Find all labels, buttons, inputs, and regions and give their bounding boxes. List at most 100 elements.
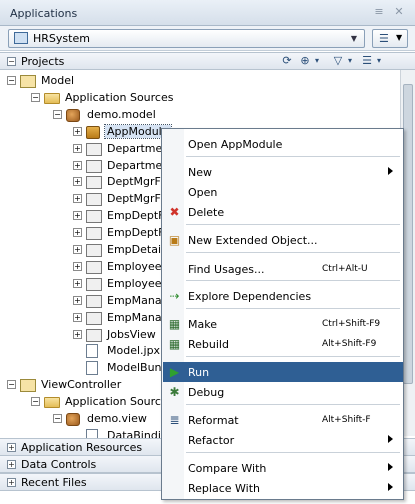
menu-item-explore-dependencies[interactable]: ⇢ Explore Dependencies (163, 286, 403, 306)
debug-icon: ✱ (169, 385, 180, 399)
menu-item-label: New (188, 166, 212, 179)
expand-icon[interactable]: + (73, 143, 82, 153)
entity-icon (86, 159, 102, 173)
application-resources-label: Application Resources (21, 441, 143, 454)
entity-icon (86, 277, 102, 291)
submenu-arrow-icon (388, 483, 393, 491)
menu-item-label: Find Usages... (188, 263, 265, 276)
tree-node-label: DeptMgrFk (107, 192, 168, 206)
menu-item-compare-with[interactable]: Compare With (163, 458, 403, 478)
menu-icon: ☰ (379, 32, 389, 45)
menu-item-rebuild[interactable]: ▦ Rebuild Alt+Shift-F9 (163, 334, 403, 354)
application-menu-button[interactable]: ☰ ▼ (372, 29, 408, 48)
scrollbar-thumb[interactable] (403, 84, 413, 384)
app-module-icon (86, 125, 100, 139)
menu-item-reformat[interactable]: ≣ Reformat Alt+Shift-F (163, 410, 403, 430)
menu-item-delete[interactable]: ✖ Delete (163, 202, 403, 222)
submenu-arrow-icon (388, 167, 393, 175)
tree-node-label: demo.view (87, 412, 147, 425)
chevron-down-icon: ▼ (350, 34, 358, 43)
expand-icon[interactable]: + (73, 329, 82, 339)
extended-object-icon: ▣ (168, 233, 181, 247)
menu-item-label: Debug (188, 386, 225, 399)
collapse-icon[interactable]: − (7, 76, 16, 85)
expand-icon[interactable]: + (73, 177, 82, 187)
collapse-icon[interactable]: − (31, 397, 40, 407)
menu-item-label: Make (188, 318, 217, 331)
collapse-icon[interactable]: − (53, 414, 62, 423)
menu-item-replace-with[interactable]: Replace With (163, 478, 403, 498)
expand-icon[interactable]: + (73, 194, 82, 204)
menu-separator (186, 356, 400, 357)
minimize-icon[interactable]: ≡ (372, 5, 386, 19)
tree-node-label: ModelBund (107, 361, 169, 375)
expand-icon[interactable]: + (73, 312, 82, 322)
tree-node-label: Employees (107, 276, 168, 290)
expand-icon[interactable]: + (73, 295, 82, 305)
menu-item-label: Run (188, 366, 210, 379)
menu-item-open-appmodule[interactable]: Open AppModule (163, 134, 403, 154)
chevron-down-icon: ▼ (396, 33, 403, 42)
expand-icon[interactable]: + (7, 478, 16, 487)
reformat-icon: ≣ (169, 413, 180, 427)
menu-item-shortcut: Alt+Shift-F9 (322, 339, 377, 349)
menu-item-open[interactable]: Open (163, 182, 403, 202)
chevron-down-icon[interactable]: ▾ (343, 54, 357, 68)
collapse-icon[interactable]: − (31, 92, 40, 102)
menu-item-new-extended-object[interactable]: ▣ New Extended Object... (163, 230, 403, 250)
expand-icon[interactable]: + (73, 261, 82, 271)
expand-icon[interactable]: + (73, 228, 82, 238)
application-selector[interactable]: HRSystem ▼ (8, 29, 365, 48)
association-icon (86, 193, 102, 207)
chevron-down-icon[interactable]: ▾ (372, 54, 386, 68)
rebuild-icon: ▦ (168, 337, 181, 351)
collapse-icon[interactable]: − (7, 57, 16, 66)
project-icon (20, 75, 36, 88)
expand-icon[interactable]: + (7, 460, 16, 469)
expand-icon[interactable]: + (73, 278, 82, 288)
menu-item-debug[interactable]: ✱ Debug (163, 382, 403, 402)
expand-icon[interactable]: + (7, 443, 16, 452)
projects-toolbar: ⟳ ⊕ ▾ ▽ ▾ ☰ ▾ (280, 54, 400, 68)
menu-separator (186, 308, 400, 309)
recent-files-label: Recent Files (21, 476, 87, 489)
collapse-icon[interactable]: − (7, 380, 16, 390)
expand-icon[interactable]: + (73, 160, 82, 170)
menu-item-run[interactable]: ▶ Run (163, 362, 403, 382)
application-selector-value: HRSystem (33, 32, 90, 45)
tree-node-label: demo.model (87, 107, 156, 121)
menu-separator (186, 224, 400, 225)
delete-x-icon: ✖ (169, 205, 180, 219)
association-icon (86, 294, 102, 308)
expand-icon[interactable]: + (73, 211, 82, 221)
tree-node-label: Application Sources (65, 90, 174, 104)
expand-icon[interactable]: + (73, 126, 82, 136)
menu-item-make[interactable]: ▦ Make Ctrl+Shift-F9 (163, 314, 403, 334)
folder-icon (44, 92, 60, 104)
view-object-icon (86, 142, 102, 156)
menu-item-find-usages[interactable]: Find Usages... Ctrl+Alt-U (163, 259, 403, 279)
panel-titlebar: Applications ≡ ✕ (0, 0, 415, 26)
association-icon (86, 227, 102, 241)
menu-item-shortcut: Ctrl+Shift-F9 (322, 319, 381, 329)
projects-section-header[interactable]: − Projects ⟳ ⊕ ▾ ▽ ▾ ☰ ▾ (0, 52, 415, 70)
expand-icon[interactable]: + (73, 245, 82, 254)
menu-item-label: Reformat (188, 414, 239, 427)
chevron-down-icon[interactable]: ▾ (310, 54, 324, 68)
association-icon (86, 176, 102, 190)
view-object-icon (86, 260, 102, 274)
refresh-icon[interactable]: ⟳ (280, 54, 294, 68)
close-icon[interactable]: ✕ (392, 5, 406, 19)
application-icon (14, 32, 28, 44)
jpx-file-icon (86, 344, 98, 359)
package-icon (66, 108, 80, 122)
menu-separator (186, 252, 400, 253)
menu-separator (186, 280, 400, 281)
panel-title: Applications (10, 7, 78, 20)
tree-node-label: EmpManag (107, 293, 169, 307)
menu-item-new[interactable]: New (163, 162, 403, 182)
menu-item-label: Open AppModule (188, 138, 283, 151)
collapse-icon[interactable]: − (53, 109, 62, 119)
association-icon (86, 311, 102, 325)
menu-item-refactor[interactable]: Refactor (163, 430, 403, 450)
